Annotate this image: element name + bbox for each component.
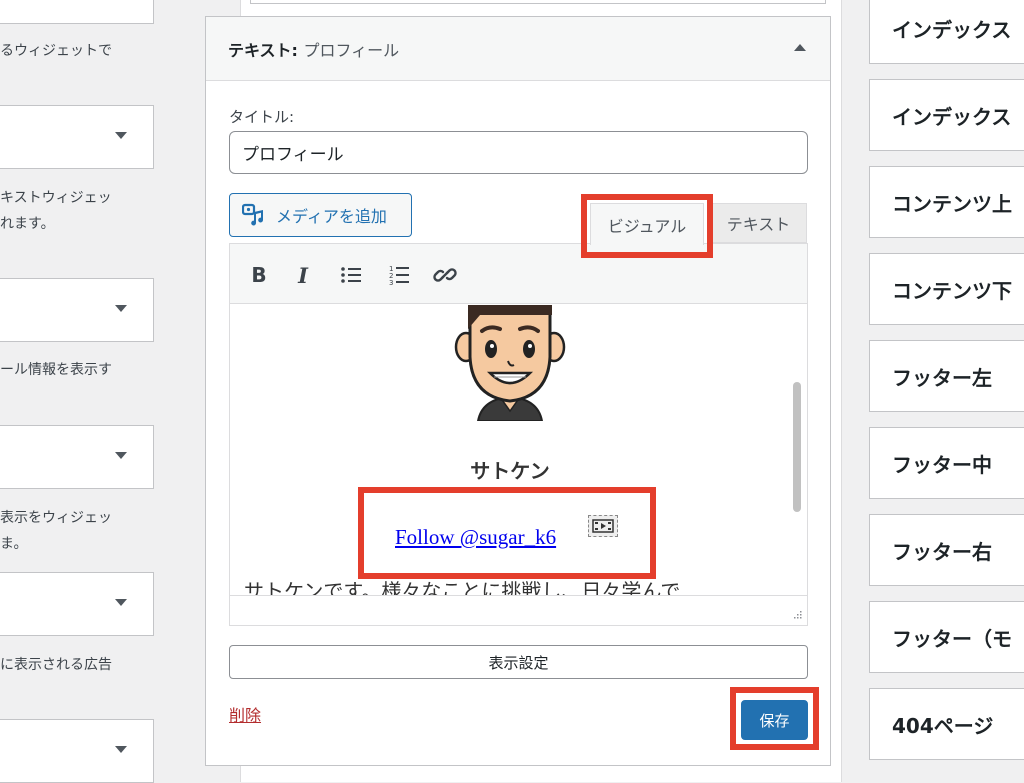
widget-description: ール情報を表示す xyxy=(0,362,112,378)
tab-text[interactable]: テキスト xyxy=(710,203,807,243)
widget-description: 表示をウィジェッ ま。 xyxy=(0,510,112,552)
widget-name: プロフィール xyxy=(303,41,400,60)
resize-handle-icon[interactable] xyxy=(790,609,802,621)
rich-text-editor: B I 1 2 3 サトケン Follow @sugar_k6 サトケンです。様… xyxy=(229,243,808,626)
widget-item[interactable] xyxy=(0,105,154,169)
add-media-button[interactable]: メディアを追加 xyxy=(229,193,412,237)
widget-area-footer-center[interactable]: フッター中 xyxy=(869,427,1024,499)
widget-type: テキスト: xyxy=(228,41,298,60)
bold-icon[interactable]: B xyxy=(244,260,274,290)
numbered-list-icon[interactable]: 1 2 3 xyxy=(384,260,414,290)
bulleted-list-icon[interactable] xyxy=(336,260,366,290)
widget-description: キストウィジェッ れます。 xyxy=(0,190,112,232)
previous-widget-edge xyxy=(250,0,826,4)
widget-area-footer-mobile[interactable]: フッター（モ xyxy=(869,601,1024,673)
widget-area-footer-left[interactable]: フッター左 xyxy=(869,340,1024,412)
scrollbar-thumb[interactable] xyxy=(793,382,801,512)
widget-area-index-2[interactable]: インデックス xyxy=(869,79,1024,151)
editor-statusbar xyxy=(230,595,807,625)
avatar-image xyxy=(454,305,566,421)
profile-name: サトケン xyxy=(470,459,550,483)
widget-description: るウィジェットで xyxy=(0,43,112,59)
display-settings-button[interactable]: 表示設定 xyxy=(229,645,808,679)
italic-icon[interactable]: I xyxy=(288,260,318,290)
media-music-icon xyxy=(242,203,264,226)
chevron-up-icon[interactable] xyxy=(794,44,806,51)
widget-area-content-top[interactable]: コンテンツ上 xyxy=(869,166,1024,238)
widget-title: テキスト: プロフィール xyxy=(228,37,399,61)
chevron-down-icon[interactable] xyxy=(115,305,127,312)
profile-body-text: サトケンです。様々なことに挑戦し、日々学んで xyxy=(244,579,681,597)
chevron-down-icon[interactable] xyxy=(115,746,127,753)
save-button[interactable]: 保存 xyxy=(741,700,808,740)
svg-text:3: 3 xyxy=(389,279,393,286)
widget-header[interactable]: テキスト: プロフィール xyxy=(206,17,830,81)
chevron-down-icon[interactable] xyxy=(115,599,127,606)
embed-media-icon[interactable] xyxy=(588,515,618,537)
title-label: タイトル: xyxy=(229,108,295,126)
link-icon[interactable] xyxy=(430,260,460,290)
chevron-down-icon[interactable] xyxy=(115,452,127,459)
tab-visual[interactable]: ビジュアル xyxy=(590,203,704,245)
delete-link[interactable]: 削除 xyxy=(229,702,261,726)
add-media-label: メディアを追加 xyxy=(276,207,387,226)
available-widgets-column: るウィジェットで キストウィジェッ れます。 ール情報を表示す 表示をウィジェッ… xyxy=(0,0,175,783)
editor-content[interactable]: サトケン Follow @sugar_k6 サトケンです。様々なことに挑戦し、日… xyxy=(230,305,790,597)
widget-item[interactable] xyxy=(0,719,154,783)
widget-area-index-1[interactable]: インデックス xyxy=(869,0,1024,64)
widget-item[interactable] xyxy=(0,278,154,342)
widget-description: に表示される広告 xyxy=(0,657,112,673)
widget-area-404[interactable]: 404ページ xyxy=(869,688,1024,760)
widget-area-footer-right[interactable]: フッター右 xyxy=(869,514,1024,586)
widget-area-content-bottom[interactable]: コンテンツ下 xyxy=(869,253,1024,325)
widget-item[interactable] xyxy=(0,0,154,24)
title-input[interactable] xyxy=(229,131,808,174)
editor-toolbar: B I 1 2 3 xyxy=(230,244,807,304)
widget-item[interactable] xyxy=(0,572,154,636)
follow-link[interactable]: Follow @sugar_k6 xyxy=(395,525,556,550)
chevron-down-icon[interactable] xyxy=(115,132,127,139)
widget-item[interactable] xyxy=(0,425,154,489)
